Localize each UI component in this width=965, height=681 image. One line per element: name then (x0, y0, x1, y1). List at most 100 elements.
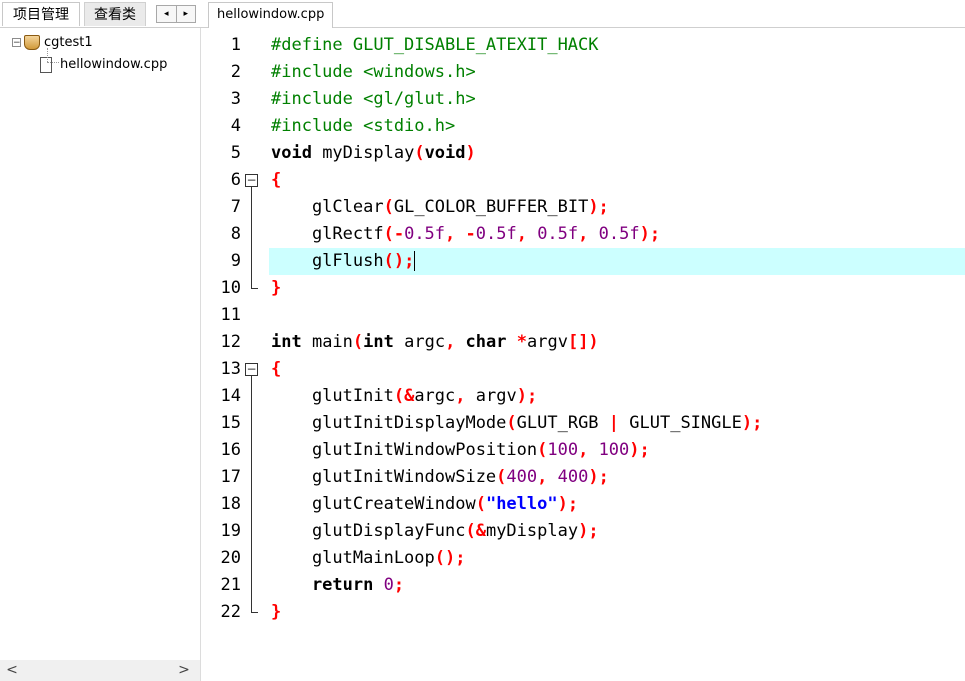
collapse-icon[interactable]: − (12, 38, 21, 48)
code-token: * (516, 332, 527, 352)
code-token: glutInitDisplayMode (271, 413, 507, 433)
code-line[interactable]: int main(int argc, char *argv[]) (269, 329, 965, 356)
code-token: ); (588, 197, 609, 217)
line-number: 4 (230, 116, 241, 136)
line-number: 3 (230, 89, 241, 109)
horizontal-scrollbar[interactable]: < > (0, 660, 200, 681)
code-token: (- (383, 224, 405, 244)
code-line[interactable]: } (269, 275, 965, 302)
code-line[interactable] (269, 302, 965, 329)
project-icon (24, 35, 40, 50)
code-token: , (578, 224, 599, 244)
code-token: (); (434, 548, 466, 568)
code-token: ( (475, 494, 486, 514)
code-token: GL_COLOR_BUFFER_BIT (393, 197, 589, 217)
code-line[interactable]: #include <stdio.h> (269, 113, 965, 140)
scroll-right-icon[interactable]: > (174, 660, 194, 681)
code-token: myDisplay (311, 143, 415, 163)
code-line[interactable]: glutCreateWindow("hello"); (269, 491, 965, 518)
code-token: GLUT_SINGLE (619, 413, 742, 433)
fold-toggle-icon[interactable]: − (245, 363, 258, 376)
tab-project-manager[interactable]: 项目管理 (2, 2, 80, 26)
code-line[interactable]: glutMainLoop(); (269, 545, 965, 572)
code-token: 0.5f (537, 224, 579, 244)
code-token: 100 (547, 440, 579, 460)
tree-item-file[interactable]: hellowindow.cpp (40, 55, 167, 75)
code-token: GLUT_RGB (516, 413, 609, 433)
fold-end (251, 288, 258, 289)
line-number: 22 (220, 602, 241, 622)
tab-class-view[interactable]: 查看类 (84, 2, 146, 26)
line-number: 14 (220, 386, 241, 406)
tab-scroll-left-icon[interactable]: ◂ (157, 6, 177, 22)
scroll-left-icon[interactable]: < (2, 660, 22, 681)
code-line[interactable]: glutInitWindowSize(400, 400); (269, 464, 965, 491)
code-token: #include <stdio.h> (271, 116, 456, 136)
project-panel-tabs: 项目管理 查看类 ◂ ▸ (0, 0, 201, 28)
code-line[interactable]: return 0; (269, 572, 965, 599)
code-token: 0 (383, 575, 394, 595)
code-token: argc (393, 332, 446, 352)
code-token: 0.5f (475, 224, 517, 244)
code-token: ) (465, 143, 476, 163)
code-token: glutMainLoop (271, 548, 435, 568)
code-line[interactable]: glRectf(-0.5f, -0.5f, 0.5f, 0.5f); (269, 221, 965, 248)
fold-guide (251, 187, 252, 289)
code-token: glRectf (271, 224, 384, 244)
code-token: | (608, 413, 620, 433)
code-line[interactable]: #define GLUT_DISABLE_ATEXIT_HACK (269, 32, 965, 59)
code-token: ( (506, 413, 517, 433)
line-number: 19 (220, 521, 241, 541)
code-token: { (271, 359, 282, 379)
code-token: argv (527, 332, 568, 352)
code-line[interactable]: glutInitDisplayMode(GLUT_RGB | GLUT_SING… (269, 410, 965, 437)
code-token: void (424, 143, 466, 163)
code-line[interactable]: glutInitWindowPosition(100, 100); (269, 437, 965, 464)
project-name: cgtest1 (44, 35, 93, 50)
code-token: (& (465, 521, 486, 541)
editor-tab-bar: hellowindow.cpp (201, 0, 965, 28)
code-token: #define GLUT_DISABLE_ATEXIT_HACK (271, 35, 599, 55)
code-token: 400 (557, 467, 589, 487)
code-line[interactable]: glClear(GL_COLOR_BUFFER_BIT); (269, 194, 965, 221)
tab-hellowindow-cpp[interactable]: hellowindow.cpp (208, 2, 334, 28)
tree-item-project[interactable]: − cgtest1 (12, 33, 93, 53)
code-line[interactable]: glutInit(&argc, argv); (269, 383, 965, 410)
code-token: , (516, 224, 538, 244)
code-token: glFlush (271, 251, 384, 271)
line-number: 6 (230, 170, 241, 190)
line-number: 16 (220, 440, 241, 460)
fold-end (251, 612, 258, 613)
code-line[interactable]: #include <windows.h> (269, 59, 965, 86)
tab-scroll-right-icon[interactable]: ▸ (177, 6, 196, 22)
line-number: 10 (220, 278, 241, 298)
code-token: , (537, 467, 558, 487)
code-line[interactable]: } (269, 599, 965, 626)
line-number: 21 (220, 575, 241, 595)
code-token: , (578, 440, 599, 460)
line-number: 12 (220, 332, 241, 352)
line-number: 20 (220, 548, 241, 568)
code-token: ); (588, 467, 609, 487)
code-token: ); (557, 494, 579, 514)
code-line[interactable]: { (269, 356, 965, 383)
code-line[interactable]: glutDisplayFunc(&myDisplay); (269, 518, 965, 545)
code-token: glutDisplayFunc (271, 521, 466, 541)
code-line[interactable]: #include <gl/glut.h> (269, 86, 965, 113)
fold-toggle-icon[interactable]: − (245, 174, 258, 187)
code-token: (); (383, 251, 415, 271)
code-token: int (363, 332, 394, 352)
code-editor[interactable]: #define GLUT_DISABLE_ATEXIT_HACK #include… (269, 28, 965, 681)
code-line[interactable]: void myDisplay(void) (269, 140, 965, 167)
code-line[interactable]: { (269, 167, 965, 194)
line-number: 5 (230, 143, 241, 163)
code-token: , (455, 386, 476, 406)
code-line-current[interactable]: glFlush(); (269, 248, 965, 275)
code-token: (& (393, 386, 415, 406)
code-token: } (271, 602, 282, 622)
code-token: return (271, 575, 374, 595)
code-token: 100 (598, 440, 630, 460)
code-token: ( (414, 143, 425, 163)
tree-connector (47, 62, 59, 63)
